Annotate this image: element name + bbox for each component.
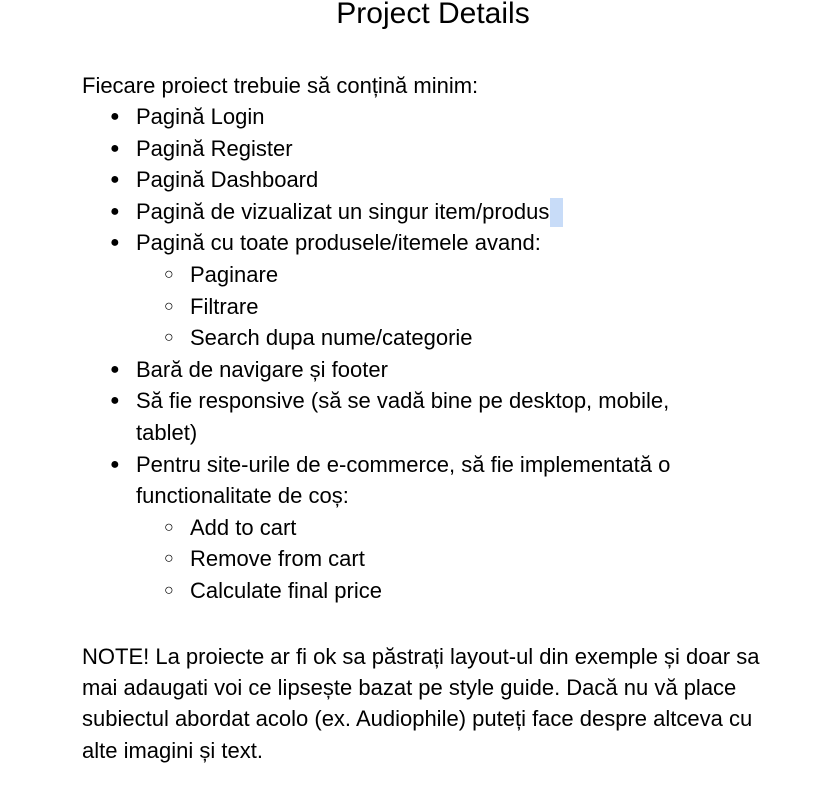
bullet-icon: ● bbox=[110, 139, 120, 157]
circle-bullet-icon: ○ bbox=[164, 581, 174, 599]
sub-list-item-text: Filtrare bbox=[190, 293, 259, 319]
sub-list-item: ○ Paginare bbox=[136, 259, 730, 291]
list-item: ● Pagină Dashboard bbox=[0, 164, 730, 196]
bullet-icon: ● bbox=[110, 202, 120, 220]
list-item-text: Pagină Login bbox=[136, 104, 265, 129]
bullet-icon: ● bbox=[110, 171, 120, 189]
sub-list-item-text: Add to cart bbox=[190, 514, 297, 540]
list-item: ● Bară de navigare și footer bbox=[0, 354, 730, 386]
text-cursor-selection[interactable] bbox=[550, 197, 564, 227]
list-item: ● Pagină Register bbox=[0, 133, 730, 165]
bullet-icon: ● bbox=[110, 234, 120, 252]
list-item-text: Să fie responsive (să se vadă bine pe de… bbox=[136, 388, 670, 445]
sub-list-item: ○ Calculate final price bbox=[136, 575, 730, 607]
page-title: Project Details bbox=[336, 0, 530, 30]
bullet-icon: ● bbox=[110, 455, 120, 473]
requirements-list: ● Pagină Login ● Pagină Register ● Pagin… bbox=[0, 101, 730, 607]
bullet-icon: ● bbox=[110, 108, 120, 125]
bullet-icon: ● bbox=[110, 360, 120, 378]
list-item: ● Pagină cu toate produsele/itemele avan… bbox=[0, 227, 730, 353]
sub-list-item-text: Search dupa nume/categorie bbox=[190, 325, 473, 351]
list-item-text: Bară de navigare și footer bbox=[136, 356, 388, 382]
products-page-features-list: ○ Paginare ○ Filtrare ○ Search dupa nume… bbox=[136, 259, 730, 354]
intro-paragraph: Fiecare proiect trebuie să conțină minim… bbox=[82, 73, 479, 98]
list-item: ● Pagină de vizualizat un singur item/pr… bbox=[0, 196, 730, 228]
bullet-icon: ● bbox=[110, 392, 120, 410]
sub-list-item-text: Remove from cart bbox=[190, 546, 365, 572]
document-page: Project Details Fiecare proiect trebuie … bbox=[0, 0, 839, 785]
circle-bullet-icon: ○ bbox=[164, 518, 174, 536]
circle-bullet-icon: ○ bbox=[164, 297, 174, 315]
sub-list-item: ○ Search dupa nume/categorie bbox=[136, 322, 730, 354]
list-item: ● Pagină Login bbox=[0, 101, 730, 133]
cart-features-list: ○ Add to cart ○ Remove from cart ○ Calcu… bbox=[136, 512, 730, 607]
sub-list-item: ○ Filtrare bbox=[136, 291, 730, 323]
list-item: ● Pentru site-urile de e-commerce, să fi… bbox=[0, 449, 730, 607]
circle-bullet-icon: ○ bbox=[164, 329, 174, 347]
sub-list-item-text: Calculate final price bbox=[190, 577, 382, 603]
sub-list-item-text: Paginare bbox=[190, 261, 279, 287]
list-item-text: Pagină cu toate produsele/itemele avand: bbox=[136, 230, 541, 256]
list-item: ● Să fie responsive (să se vadă bine pe … bbox=[0, 385, 730, 448]
list-item-text: Pagină Dashboard bbox=[136, 167, 319, 193]
list-item-text: Pagină Register bbox=[136, 135, 293, 161]
circle-bullet-icon: ○ bbox=[164, 265, 174, 283]
list-item-text: Pagină de vizualizat un singur item/prod… bbox=[136, 198, 550, 224]
circle-bullet-icon: ○ bbox=[164, 550, 174, 568]
sub-list-item: ○ Remove from cart bbox=[136, 543, 730, 575]
sub-list-item: ○ Add to cart bbox=[136, 512, 730, 544]
note-paragraph: NOTE! La proiecte ar fi ok sa păstrați l… bbox=[82, 644, 760, 763]
list-item-text: Pentru site-urile de e-commerce, să fie … bbox=[136, 451, 671, 509]
